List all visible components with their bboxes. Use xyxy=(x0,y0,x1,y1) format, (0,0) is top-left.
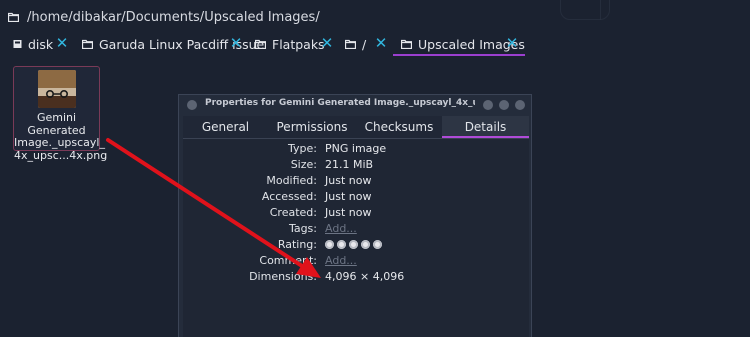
modified-label: Modified: xyxy=(266,174,317,187)
minimize-icon[interactable] xyxy=(483,100,493,110)
dialog-tabs: General Permissions Checksums Details xyxy=(183,116,529,138)
dimensions-label: Dimensions: xyxy=(249,270,317,283)
size-row: Size: 21.1 MiB xyxy=(183,157,529,173)
dimensions-value: 4,096 × 4,096 xyxy=(325,270,405,283)
folder-icon xyxy=(8,12,19,22)
tab-checksums[interactable]: Checksums xyxy=(356,116,442,138)
star-icon[interactable] xyxy=(373,240,382,249)
image-thumbnail xyxy=(38,70,76,108)
size-value: 21.1 MiB xyxy=(325,158,374,171)
maximize-icon[interactable] xyxy=(499,100,509,110)
tab-label: Flatpaks xyxy=(272,36,325,52)
path-bar[interactable]: /home/dibakar/Documents/Upscaled Images/ xyxy=(8,7,320,27)
close-tab-icon[interactable]: ✕ xyxy=(229,36,243,51)
close-tab-icon[interactable]: ✕ xyxy=(374,36,388,51)
modified-row: Modified: Just now xyxy=(183,173,529,189)
window-menu-icon[interactable] xyxy=(187,100,197,110)
details-panel: Type: PNG image Size: 21.1 MiB Modified:… xyxy=(183,138,529,337)
add-tags-link[interactable]: Add... xyxy=(325,221,357,237)
folder-icon xyxy=(345,39,356,49)
close-tab-icon[interactable]: ✕ xyxy=(320,36,334,51)
tab-general[interactable]: General xyxy=(183,116,268,138)
created-value: Just now xyxy=(325,206,372,219)
tags-label: Tags: xyxy=(288,222,317,235)
tab-label: / xyxy=(362,36,367,52)
rating-label: Rating: xyxy=(277,238,317,251)
comment-label: Comment: xyxy=(259,254,317,267)
close-tab-icon[interactable]: ✕ xyxy=(55,36,69,51)
type-row: Type: PNG image xyxy=(183,141,529,157)
dimensions-row: Dimensions: 4,096 × 4,096 xyxy=(183,269,529,285)
accessed-label: Accessed: xyxy=(261,190,317,203)
modified-value: Just now xyxy=(325,174,372,187)
star-icon[interactable] xyxy=(361,240,370,249)
tab-root[interactable]: / ✕ xyxy=(345,32,387,56)
created-label: Created: xyxy=(269,206,317,219)
type-label: Type: xyxy=(288,142,317,155)
dialog-title: Properties for Gemini Generated Image._u… xyxy=(205,98,475,108)
tab-bar: disk ✕ Garuda Linux Pacdiff issue ✕ Flat… xyxy=(0,32,750,56)
file-name: Gemini Generated Image._upscayl_ 4x_upsc… xyxy=(14,111,108,162)
folder-icon xyxy=(401,39,412,49)
tab-garuda-linux-pacdiff-issue[interactable]: Garuda Linux Pacdiff issue ✕ xyxy=(82,32,264,56)
tab-flatpaks[interactable]: Flatpaks ✕ xyxy=(255,32,333,56)
star-icon[interactable] xyxy=(349,240,358,249)
star-icon[interactable] xyxy=(337,240,346,249)
type-value: PNG image xyxy=(325,142,387,155)
tab-label: disk xyxy=(28,36,54,52)
add-comment-link[interactable]: Add... xyxy=(325,253,357,269)
tab-disk[interactable]: disk ✕ xyxy=(13,32,68,56)
accessed-value: Just now xyxy=(325,190,372,203)
active-tab-indicator xyxy=(393,54,525,56)
properties-dialog: Properties for Gemini Generated Image._u… xyxy=(178,94,532,337)
comment-row: Comment: Add... xyxy=(183,253,529,269)
disk-icon xyxy=(13,40,22,48)
tab-permissions[interactable]: Permissions xyxy=(268,116,356,138)
created-row: Created: Just now xyxy=(183,205,529,221)
background-decoration-line xyxy=(600,0,610,20)
accessed-row: Accessed: Just now xyxy=(183,189,529,205)
close-icon[interactable] xyxy=(515,100,525,110)
tab-details[interactable]: Details xyxy=(442,116,529,138)
current-path: /home/dibakar/Documents/Upscaled Images/ xyxy=(27,9,320,25)
dialog-titlebar[interactable]: Properties for Gemini Generated Image._u… xyxy=(179,95,531,115)
star-icon[interactable] xyxy=(325,240,334,249)
file-item[interactable]: Gemini Generated Image._upscayl_ 4x_upsc… xyxy=(13,66,107,161)
close-tab-icon[interactable]: ✕ xyxy=(505,36,519,51)
rating-stars[interactable] xyxy=(325,240,385,249)
folder-icon xyxy=(255,39,266,49)
rating-row: Rating: xyxy=(183,237,529,253)
tab-upscaled-images[interactable]: Upscaled Images ✕ xyxy=(401,32,525,56)
folder-icon xyxy=(82,39,93,49)
tags-row: Tags: Add... xyxy=(183,221,529,237)
size-label: Size: xyxy=(290,158,317,171)
